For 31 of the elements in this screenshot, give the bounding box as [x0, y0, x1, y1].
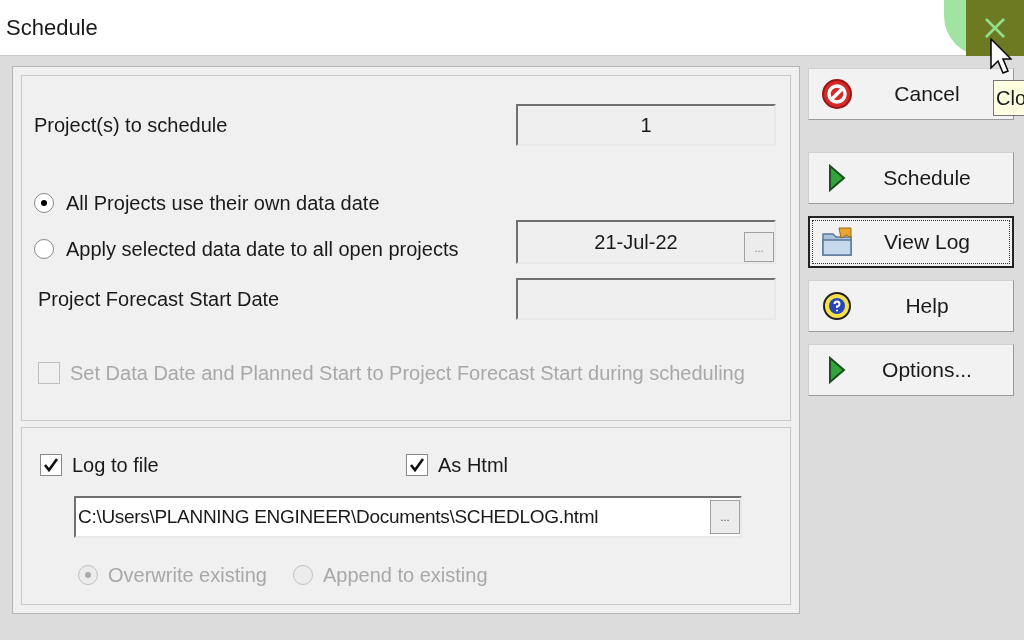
project-count-field: 1 [516, 104, 776, 146]
option-label: All Projects use their own data date [66, 191, 380, 216]
checkbox[interactable] [406, 454, 428, 476]
play-icon [828, 164, 846, 192]
close-icon [984, 17, 1006, 39]
help-icon [822, 291, 852, 321]
dialog-button[interactable]: View Log [808, 216, 1014, 268]
forecast-date-field[interactable] [516, 278, 776, 320]
dialog-button[interactable]: Help [808, 280, 1014, 332]
close-button[interactable] [966, 0, 1024, 56]
pointer-icon [990, 38, 1012, 76]
dialog-button[interactable]: Schedule [808, 152, 1014, 204]
folder-icon [821, 226, 855, 258]
checkbox-label: Log to file [72, 453, 159, 478]
option-label: Append to existing [322, 563, 488, 588]
option-label: Apply selected data date to all open projects [66, 237, 459, 262]
checkbox-label: Set Data Date and Planned Start to Project Forecast Start during scheduling [70, 361, 745, 386]
browse-button[interactable]: ... [710, 500, 740, 534]
checkbox-label: As Html [438, 453, 508, 478]
radio-button[interactable] [34, 239, 54, 259]
field-label: Project Forecast Start Date [38, 287, 280, 312]
option-label: Overwrite existing [108, 563, 267, 588]
window-title: Schedule [6, 14, 98, 42]
dialog-button[interactable]: Options... [808, 344, 1014, 396]
checkbox[interactable] [40, 454, 62, 476]
stop-icon [821, 78, 853, 110]
date-field[interactable]: 21-Jul-22 ... [516, 220, 776, 264]
field-label: Project(s) to schedule [34, 113, 228, 138]
radio-button[interactable] [34, 193, 54, 213]
log-path-field[interactable]: C:\Users\PLANNING ENGINEER\Documents\SCHEDLOG.html ... [74, 496, 742, 538]
play-icon [828, 356, 846, 384]
